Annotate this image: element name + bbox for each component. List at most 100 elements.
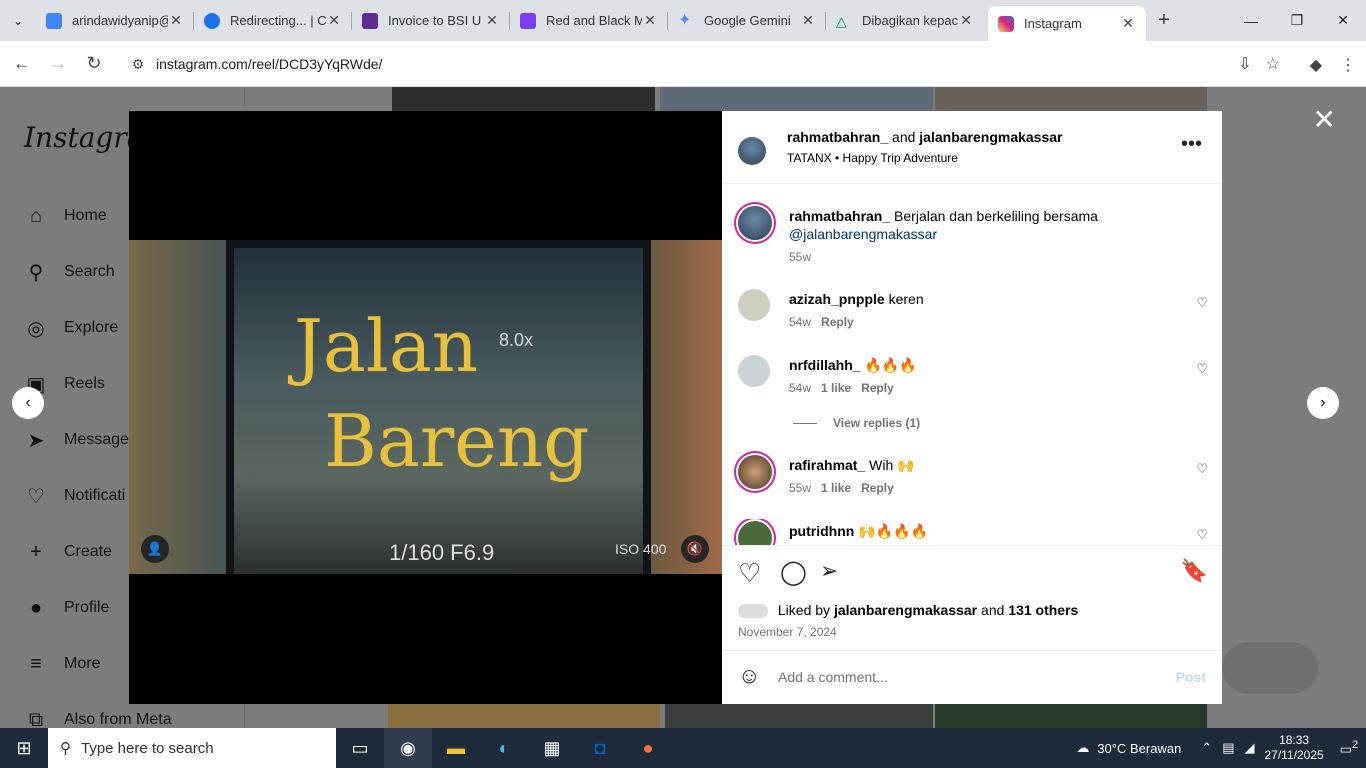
browser-tab-active[interactable]: Instagram ✕ (988, 6, 1146, 41)
comment-username[interactable]: putridhnn (789, 523, 854, 539)
close-icon[interactable]: ✕ (642, 12, 658, 29)
edge-icon[interactable]: ◐ (480, 728, 528, 768)
mute-icon[interactable]: 🔇 (681, 535, 709, 563)
browser-tab[interactable]: △ Dibagikan kepac ✕ (826, 0, 984, 41)
close-icon[interactable]: ✕ (1120, 15, 1136, 32)
commenter-avatar[interactable] (738, 455, 772, 489)
like-icon[interactable]: ♡ (738, 558, 761, 589)
reply-button[interactable]: Reply (861, 481, 894, 495)
browser-tab[interactable]: Redirecting... | C ✕ (194, 0, 352, 41)
address-bar[interactable]: ⚙ instagram.com/reel/DCD3yYqRWde/ ⇩ ☆ (120, 47, 1280, 81)
caption-username[interactable]: rahmatbahran_ (789, 208, 890, 224)
reel-video[interactable]: Jalan Bareng 8.0x 1/160 F6.9 ISO 400 👤 🔇 (129, 111, 722, 704)
sidebar-item-profile[interactable]: ● Profile (24, 593, 109, 623)
weather-icon[interactable]: ☁ (1076, 740, 1089, 756)
back-arrow-icon[interactable]: ← (4, 53, 40, 74)
more-options-icon[interactable]: ••• (1181, 133, 1202, 156)
caption-avatar[interactable] (738, 206, 772, 240)
outlook-icon[interactable]: ◘ (576, 728, 624, 768)
comment-likes[interactable]: 1 like (821, 481, 851, 495)
sidebar-item-meta[interactable]: ⧉ Also from Meta (24, 705, 172, 729)
tab-search-chevron-icon[interactable]: ⌄ (0, 0, 36, 41)
weather-text[interactable]: 30°C Berawan (1097, 741, 1181, 756)
next-post-button[interactable]: › (1307, 387, 1339, 419)
save-bookmark-icon[interactable]: 🔖 (1181, 558, 1208, 584)
browser-tab[interactable]: Invoice to BSI U ✕ (352, 0, 510, 41)
install-app-icon[interactable]: ⇩ (1238, 54, 1251, 74)
collaborator-username[interactable]: jalanbarengmakassar (919, 129, 1062, 145)
window-close-icon[interactable]: ✕ (1320, 0, 1366, 41)
comment-like-icon[interactable]: ♡ (1196, 361, 1208, 377)
store-icon[interactable]: ▦ (528, 728, 576, 768)
wifi-icon[interactable]: ◢ (1245, 740, 1255, 756)
notification-center-icon[interactable]: ▭2 (1340, 739, 1358, 757)
sidebar-item-messages[interactable]: ➤ Messages (24, 425, 137, 455)
messages-pill[interactable] (1222, 642, 1318, 694)
comment-like-icon[interactable]: ♡ (1196, 461, 1208, 477)
commenter-avatar[interactable] (738, 289, 770, 321)
forward-arrow-icon[interactable]: → (40, 53, 76, 74)
sidebar-item-more[interactable]: ≡ More (24, 649, 100, 679)
previous-post-button[interactable]: ‹ (12, 387, 44, 419)
browser-tab[interactable]: ✦ Google Gemini ✕ (668, 0, 826, 41)
audio-label[interactable]: TATANX • Happy Trip Adventure (787, 151, 958, 165)
close-icon[interactable]: ✕ (958, 12, 974, 29)
caption-mention[interactable]: @jalanbarengmakassar (789, 226, 937, 242)
close-icon[interactable]: ✕ (326, 12, 342, 29)
comment-like-icon[interactable]: ♡ (1196, 527, 1208, 543)
close-icon[interactable]: ✕ (168, 12, 184, 29)
comment-like-icon[interactable]: ♡ (1196, 295, 1208, 311)
comment-likes[interactable]: 1 like (821, 381, 851, 395)
kebab-menu-icon[interactable]: ⋮ (1340, 55, 1356, 75)
author-username[interactable]: rahmatbahran_ (787, 129, 888, 145)
chevron-up-icon[interactable]: ⌃ (1201, 740, 1212, 756)
chrome-icon[interactable]: ◉ (384, 728, 432, 768)
post-comment-button[interactable]: Post (1176, 669, 1206, 685)
site-settings-icon[interactable]: ⚙ (120, 56, 156, 73)
restore-icon[interactable]: ❐ (1274, 0, 1320, 41)
task-view-icon[interactable]: ▭ (336, 728, 384, 768)
bookmark-star-icon[interactable]: ☆ (1266, 54, 1280, 74)
commenter-avatar[interactable] (738, 355, 770, 387)
browser-tab[interactable]: arindawidyanip@ ✕ (36, 0, 194, 41)
comment-icon[interactable]: ◯ (780, 558, 807, 587)
minimize-icon[interactable]: — (1228, 0, 1274, 41)
emoji-icon[interactable]: ☺ (738, 663, 760, 689)
heart-icon: ♡ (27, 485, 45, 508)
network-icon[interactable]: ▤ (1222, 740, 1234, 756)
compass-icon: ◎ (27, 317, 45, 340)
view-replies-button[interactable]: View replies (1) (793, 416, 920, 430)
sidebar-item-create[interactable]: + Create (24, 537, 112, 567)
reload-icon[interactable]: ↻ (76, 53, 112, 74)
comment-input[interactable]: Add a comment... (778, 669, 888, 685)
comment-username[interactable]: azizah_pnpple (789, 291, 885, 307)
sidebar-item-notifications[interactable]: ♡ Notificati (24, 481, 125, 511)
sidebar-item-explore[interactable]: ◎ Explore (24, 313, 118, 343)
taskbar-search[interactable]: ⚲ Type here to search (48, 728, 336, 768)
tagged-user-icon[interactable]: 👤 (141, 535, 169, 563)
file-explorer-icon[interactable]: ▬ (432, 728, 480, 768)
author-avatar[interactable] (738, 137, 766, 165)
close-modal-icon[interactable]: ✕ (1313, 103, 1336, 136)
commenter-avatar[interactable] (738, 521, 772, 545)
browser-tab[interactable]: Red and Black M ✕ (510, 0, 668, 41)
liked-by-username[interactable]: jalanbarengmakassar (834, 602, 977, 618)
likes-count[interactable]: 131 others (1008, 602, 1078, 618)
new-tab-button[interactable]: + (1146, 9, 1182, 32)
post-modal: Jalan Bareng 8.0x 1/160 F6.9 ISO 400 👤 🔇… (129, 111, 1222, 704)
reply-button[interactable]: Reply (861, 381, 894, 395)
firefox-icon[interactable]: ● (624, 728, 672, 768)
comment-username[interactable]: rafirahmat_ (789, 457, 865, 473)
url-text[interactable]: instagram.com/reel/DCD3yYqRWde/ (156, 56, 382, 72)
close-icon[interactable]: ✕ (800, 12, 816, 29)
share-icon[interactable]: ➢ (820, 558, 838, 584)
extension-icon[interactable]: ◆ (1310, 55, 1322, 75)
comment-username[interactable]: nrfdillahh_ (789, 357, 861, 373)
clock[interactable]: 18:33 27/11/2025 (1265, 733, 1324, 763)
tab-title: Instagram (1024, 16, 1082, 31)
close-icon[interactable]: ✕ (484, 12, 500, 29)
windows-start-icon[interactable]: ⊞ (0, 728, 48, 768)
reply-button[interactable]: Reply (821, 315, 854, 329)
sidebar-item-search[interactable]: ⚲ Search (24, 257, 115, 287)
sidebar-item-home[interactable]: ⌂ Home (24, 201, 107, 231)
